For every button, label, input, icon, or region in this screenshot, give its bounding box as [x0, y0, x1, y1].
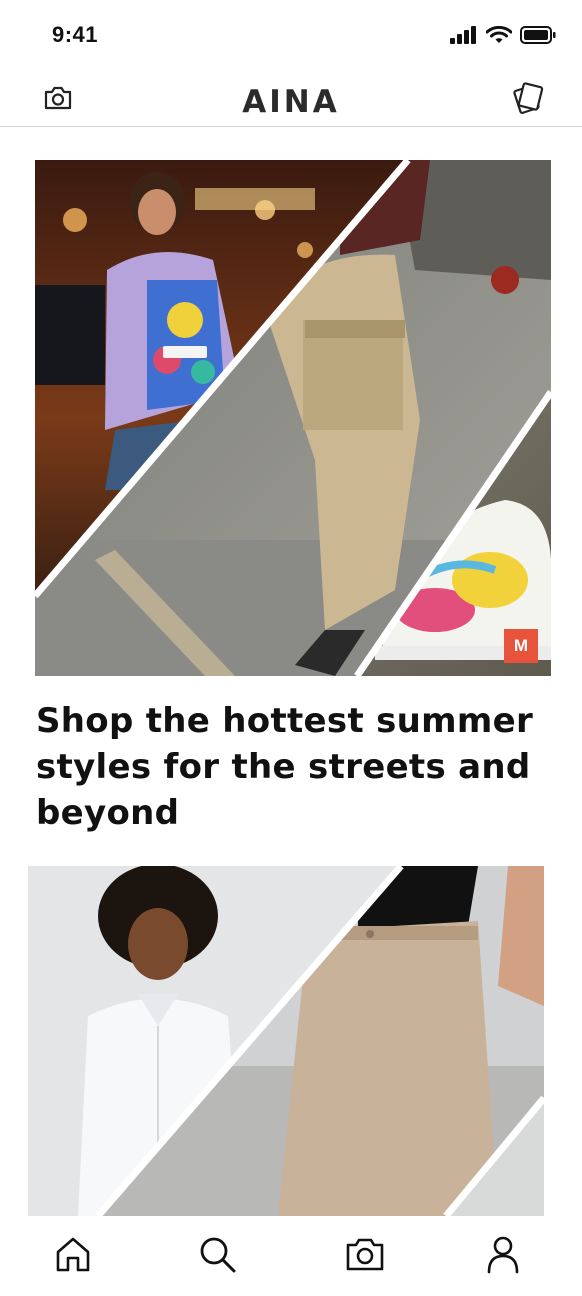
street-collage-image — [35, 160, 551, 676]
collage-card-office[interactable] — [28, 866, 544, 1216]
home-icon — [53, 1234, 93, 1279]
collection-headline[interactable]: Shop the hottest summer styles for the s… — [36, 698, 546, 836]
status-bar: 9:41 — [0, 0, 582, 70]
tab-profile[interactable] — [479, 1232, 527, 1280]
brand-badge: M — [504, 629, 538, 663]
search-icon — [197, 1234, 237, 1279]
collage-card-street[interactable]: M — [35, 160, 551, 676]
top-header: AINA — [0, 70, 582, 127]
status-time: 9:41 — [52, 22, 99, 47]
camera-icon — [345, 1236, 385, 1277]
status-icons — [450, 25, 556, 49]
tab-home[interactable] — [49, 1232, 97, 1280]
battery-icon — [520, 26, 556, 49]
brand-logo[interactable]: AINA — [0, 84, 582, 120]
swap-cards-icon — [511, 81, 545, 120]
tab-search[interactable] — [193, 1232, 241, 1280]
wifi-icon — [485, 25, 513, 49]
user-icon — [483, 1234, 523, 1279]
bottom-tab-bar — [0, 1216, 582, 1296]
signal-icon — [450, 26, 478, 49]
tab-camera[interactable] — [341, 1232, 389, 1280]
swap-button[interactable] — [508, 80, 548, 120]
office-collage-image — [28, 866, 544, 1216]
